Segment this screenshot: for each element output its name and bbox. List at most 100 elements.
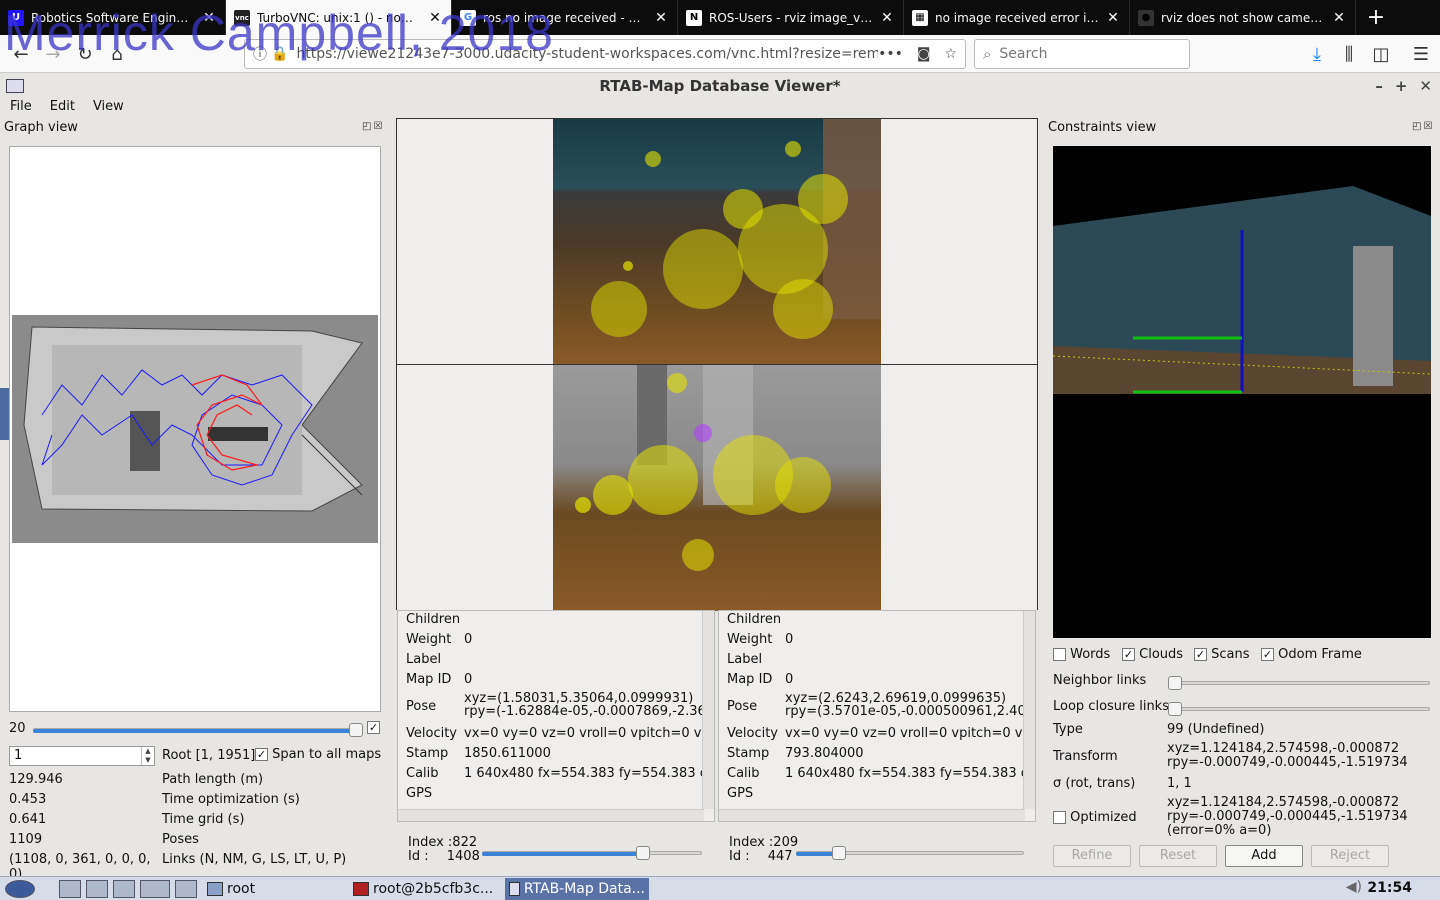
browser-tab[interactable]: Gros no image received - Google ✕	[452, 0, 678, 35]
refine-button[interactable]: Refine	[1053, 845, 1131, 867]
node-info-a[interactable]: Children Weight 0 Label Map ID 0 Pose xyz=…	[397, 610, 715, 822]
reload-button[interactable]: ↻	[72, 41, 98, 67]
window-icon[interactable]	[113, 879, 135, 898]
back-button[interactable]: ←	[8, 41, 34, 67]
tab-title: ROS-Users - rviz image_view ca	[709, 10, 873, 25]
vertical-scrollbar[interactable]	[1023, 611, 1035, 809]
loop-closure-handle[interactable]	[1168, 702, 1182, 716]
sigma-value: 1, 1	[1167, 776, 1192, 791]
loop-closure-label: Loop closure links	[1053, 699, 1169, 714]
map-obstacle	[208, 427, 268, 441]
forward-button[interactable]: →	[40, 41, 66, 67]
optimized-checkbox[interactable]	[1053, 811, 1066, 824]
home-icon[interactable]: ⌂	[104, 41, 130, 67]
node-a-slider-handle[interactable]	[636, 846, 650, 860]
scans-checkbox[interactable]: ✓	[1194, 648, 1207, 661]
github-icon: ●	[1138, 9, 1154, 26]
node-a-slider-fill	[482, 852, 643, 856]
info-icon[interactable]: ⓘ	[253, 44, 267, 64]
dock-buttons[interactable]: ◰☒	[1412, 121, 1434, 132]
vertical-scrollbar[interactable]	[702, 611, 714, 809]
neighbor-links-slider[interactable]	[1168, 681, 1430, 685]
start-menu-icon[interactable]	[5, 879, 35, 898]
graph-slider-fill	[33, 729, 356, 733]
browser-tab-active[interactable]: vnc TurboVNC: unix:1 () - noVNC ✕	[226, 0, 452, 35]
taskbar: root root@2b5cfb3c... RTAB-Map Data... ◀…	[0, 876, 1440, 900]
reject-button[interactable]: Reject	[1311, 845, 1389, 867]
star-icon[interactable]: ☆	[944, 46, 957, 62]
vnc-icon: vnc	[234, 9, 250, 26]
task-terminal[interactable]: root@2b5cfb3c...	[349, 878, 499, 900]
graph-slider-row: 20 ✓	[9, 719, 381, 737]
network-icon[interactable]	[86, 879, 108, 898]
optimized-row[interactable]: Optimized	[1053, 810, 1137, 825]
close-icon[interactable]: ✕	[427, 10, 443, 26]
dock-buttons[interactable]: ◰☒	[362, 121, 384, 132]
file-manager-icon[interactable]	[59, 879, 81, 898]
stat-poses: 1109 Poses	[9, 832, 199, 847]
close-icon[interactable]: ✕	[201, 10, 217, 26]
desktop-icon[interactable]	[140, 879, 170, 898]
cons-check-scans[interactable]: ✓ Scans	[1194, 647, 1250, 662]
graph-slider-handle[interactable]	[349, 723, 363, 737]
menu-file[interactable]: File	[10, 99, 32, 117]
children-header: Children	[406, 612, 461, 627]
menu-view[interactable]: View	[93, 99, 124, 117]
cons-check-odom[interactable]: ✓ Odom Frame	[1261, 647, 1362, 662]
browser-tab[interactable]: U Robotics Software Engineer - U ✕	[0, 0, 226, 35]
constraints-3d-view[interactable]	[1053, 146, 1431, 638]
new-tab-button[interactable]: +	[1356, 0, 1396, 35]
graph-spinbox[interactable]: 1 ▲ ▼	[9, 746, 155, 766]
spin-arrows[interactable]: ▲ ▼	[141, 747, 154, 765]
node-b-slider-handle[interactable]	[832, 846, 846, 860]
image-view-b[interactable]	[396, 364, 1038, 611]
cons-check-clouds[interactable]: ✓ Clouds	[1122, 647, 1183, 662]
clouds-checkbox[interactable]: ✓	[1122, 648, 1135, 661]
close-icon[interactable]: ✕	[1105, 10, 1121, 26]
menu-icon[interactable]: ☰	[1408, 41, 1434, 67]
browser-tab[interactable]: ● rviz does not show camera imag ✕	[1130, 0, 1356, 35]
cons-check-words[interactable]: Words	[1053, 647, 1110, 662]
url-bar[interactable]: ⓘ 🔒 https://viewe21243e7-3000.udacity-st…	[244, 39, 966, 69]
words-checkbox[interactable]	[1053, 648, 1066, 661]
add-button[interactable]: Add	[1225, 845, 1303, 867]
horizontal-scrollbar[interactable]	[398, 809, 704, 821]
download-icon[interactable]: ⤓	[1304, 41, 1330, 67]
task-root[interactable]: root	[203, 878, 343, 900]
close-icon[interactable]: ✕	[1419, 77, 1432, 95]
graph-canvas[interactable]	[9, 146, 381, 712]
spin-value: 1	[14, 748, 23, 763]
menu-edit[interactable]: Edit	[50, 99, 75, 117]
node-info-b[interactable]: Children Weight 0 Label Map ID 0 Pose xyz=…	[718, 610, 1036, 822]
browser-tab[interactable]: N ROS-Users - rviz image_view ca ✕	[678, 0, 904, 35]
minimize-icon[interactable]: –	[1375, 77, 1383, 95]
monitor-icon[interactable]	[175, 879, 197, 898]
sidebar-icon[interactable]: ◫	[1368, 41, 1394, 67]
pocket-icon[interactable]: ◙	[917, 46, 931, 62]
tab-title: ros no image received - Google	[483, 10, 647, 25]
graph-checkbox[interactable]: ✓	[367, 721, 380, 734]
search-input[interactable]: ⌕ Search	[974, 39, 1190, 69]
library-icon[interactable]: ⫼	[1336, 41, 1362, 67]
odom-frame-checkbox[interactable]: ✓	[1261, 648, 1274, 661]
span-maps[interactable]: ✓ Span to all maps	[255, 747, 381, 762]
image-view-a[interactable]	[396, 118, 1038, 365]
maximize-icon[interactable]: +	[1395, 77, 1408, 95]
more-icon[interactable]: •••	[878, 46, 903, 62]
close-icon[interactable]: ✕	[653, 10, 669, 26]
volume-icon[interactable]: ◀)	[1346, 879, 1362, 895]
horizontal-scrollbar[interactable]	[719, 809, 1025, 821]
close-icon[interactable]: ✕	[1331, 10, 1347, 26]
browser-tab[interactable]: ▦ no image received error in rviz ✕	[904, 0, 1130, 35]
task-rtabmap[interactable]: RTAB-Map Data...	[505, 877, 649, 900]
url-text[interactable]: https://viewe21243e7-3000.udacity-studen…	[296, 46, 878, 62]
span-maps-checkbox[interactable]: ✓	[255, 748, 268, 761]
transform-value: xyz=1.124184,2.574598,-0.000872 rpy=-0.00…	[1167, 741, 1408, 770]
clock: 21:54	[1367, 880, 1412, 896]
occupancy-grid-map[interactable]	[12, 315, 378, 543]
loop-closure-slider[interactable]	[1168, 707, 1430, 711]
neighbor-links-handle[interactable]	[1168, 676, 1182, 690]
close-icon[interactable]: ✕	[879, 10, 895, 26]
reset-button[interactable]: Reset	[1139, 845, 1217, 867]
feature-blob	[798, 174, 848, 224]
